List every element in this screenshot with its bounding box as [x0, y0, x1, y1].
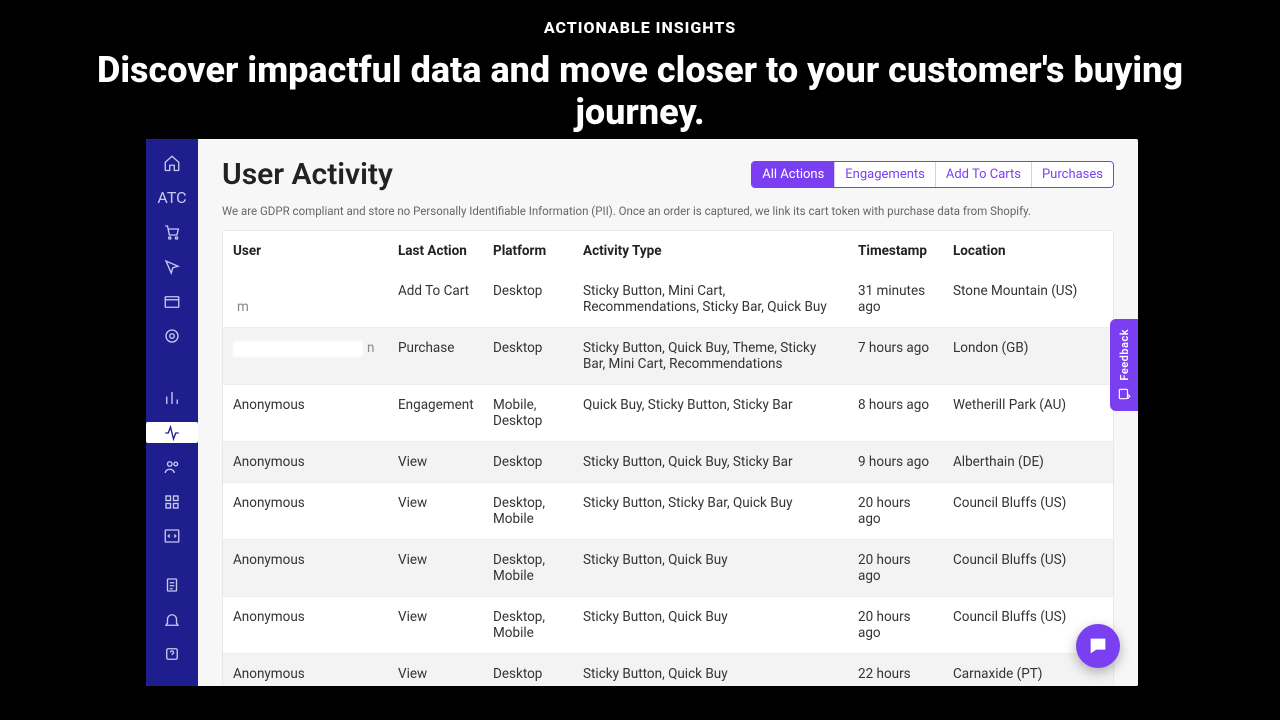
table-row[interactable]: AnonymousViewDesktop, MobileSticky Butto… [223, 482, 1113, 539]
col-user: User [223, 231, 388, 271]
cell-activity: Sticky Button, Quick Buy [573, 540, 848, 596]
cell-platform: Desktop [483, 328, 573, 384]
tab-purchases[interactable]: Purchases [1031, 162, 1113, 187]
col-activity-type: Activity Type [573, 231, 848, 271]
cell-user: Anonymous [223, 442, 388, 482]
cell-location: Alberthain (DE) [943, 442, 1113, 482]
cell-location: Council Bluffs (US) [943, 540, 1113, 596]
headline: Discover impactful data and move closer … [0, 37, 1280, 133]
cell-user: n [223, 328, 388, 384]
activity-table: User Last Action Platform Activity Type … [222, 230, 1114, 686]
cell-location: London (GB) [943, 328, 1113, 384]
cell-last-action: View [388, 483, 483, 539]
cell-timestamp: 20 hours ago [848, 597, 943, 653]
cell-activity: Sticky Button, Quick Buy, Theme, Sticky … [573, 328, 848, 384]
gdpr-subtext: We are GDPR compliant and store no Perso… [222, 204, 1114, 218]
cell-timestamp: 20 hours ago [848, 483, 943, 539]
home-icon[interactable] [146, 153, 198, 174]
cart-icon[interactable] [146, 222, 198, 243]
cell-user: m [223, 271, 388, 327]
cell-activity: Quick Buy, Sticky Button, Sticky Bar [573, 385, 848, 441]
app-screenshot: ATC User Activity All Actions Engagement… [146, 139, 1138, 686]
eyebrow: ACTIONABLE INSIGHTS [0, 0, 1280, 37]
activity-icon[interactable] [146, 422, 198, 443]
chat-button[interactable] [1076, 624, 1120, 668]
grid-icon[interactable] [146, 492, 198, 513]
chat-icon [1087, 635, 1109, 657]
cell-last-action: Purchase [388, 328, 483, 384]
atc-badge-icon[interactable]: ATC [146, 188, 198, 209]
col-location: Location [943, 231, 1113, 271]
cell-timestamp: 9 hours ago [848, 442, 943, 482]
cursor-icon[interactable] [146, 257, 198, 278]
cell-last-action: View [388, 654, 483, 686]
table-row[interactable]: AnonymousViewDesktop, MobileSticky Butto… [223, 596, 1113, 653]
table-row[interactable]: AnonymousViewDesktopSticky Button, Quick… [223, 653, 1113, 686]
users-icon[interactable] [146, 457, 198, 478]
cell-platform: Desktop, Mobile [483, 483, 573, 539]
cell-location: Stone Mountain (US) [943, 271, 1113, 327]
table-row[interactable]: mAdd To CartDesktopSticky Button, Mini C… [223, 271, 1113, 327]
cell-activity: Sticky Button, Sticky Bar, Quick Buy [573, 483, 848, 539]
window-icon[interactable] [146, 291, 198, 312]
tab-add-to-carts[interactable]: Add To Carts [935, 162, 1031, 187]
bell-icon[interactable] [146, 609, 198, 630]
table-row[interactable]: AnonymousViewDesktopSticky Button, Quick… [223, 441, 1113, 482]
help-icon[interactable] [146, 644, 198, 665]
feedback-tab[interactable]: Feedback [1110, 319, 1138, 411]
cell-last-action: View [388, 540, 483, 596]
cell-last-action: Engagement [388, 385, 483, 441]
col-platform: Platform [483, 231, 573, 271]
cell-activity: Sticky Button, Quick Buy, Sticky Bar [573, 442, 848, 482]
cell-activity: Sticky Button, Quick Buy [573, 597, 848, 653]
cell-platform: Desktop [483, 442, 573, 482]
cell-user: Anonymous [223, 540, 388, 596]
target-icon[interactable] [146, 326, 198, 347]
table-row[interactable]: AnonymousEngagementMobile, DesktopQuick … [223, 384, 1113, 441]
cell-location: Wetherill Park (AU) [943, 385, 1113, 441]
cell-platform: Desktop, Mobile [483, 540, 573, 596]
cell-user: Anonymous [223, 483, 388, 539]
cell-timestamp: 20 hours ago [848, 540, 943, 596]
clipboard-icon[interactable] [146, 575, 198, 596]
cell-timestamp: 8 hours ago [848, 385, 943, 441]
cell-last-action: View [388, 597, 483, 653]
tab-all-actions[interactable]: All Actions [752, 162, 834, 187]
cell-user: Anonymous [223, 597, 388, 653]
feedback-label: Feedback [1118, 329, 1131, 381]
cell-platform: Desktop, Mobile [483, 597, 573, 653]
table-row[interactable]: AnonymousViewDesktop, MobileSticky Butto… [223, 539, 1113, 596]
code-icon[interactable] [146, 526, 198, 547]
filter-tabs: All Actions Engagements Add To Carts Pur… [751, 161, 1114, 188]
col-last-action: Last Action [388, 231, 483, 271]
sidebar: ATC [146, 139, 198, 686]
cell-platform: Desktop [483, 271, 573, 327]
page-title: User Activity [222, 157, 393, 192]
tab-engagements[interactable]: Engagements [834, 162, 935, 187]
col-timestamp: Timestamp [848, 231, 943, 271]
cell-platform: Mobile, Desktop [483, 385, 573, 441]
cell-timestamp: 7 hours ago [848, 328, 943, 384]
bar-chart-icon[interactable] [146, 388, 198, 409]
table-row[interactable]: nPurchaseDesktopSticky Button, Quick Buy… [223, 327, 1113, 384]
content-area: User Activity All Actions Engagements Ad… [198, 139, 1138, 686]
cell-activity: Sticky Button, Mini Cart, Recommendation… [573, 271, 848, 327]
cell-last-action: Add To Cart [388, 271, 483, 327]
cell-user: Anonymous [223, 654, 388, 686]
cell-timestamp: 22 hours ago [848, 654, 943, 686]
cell-location: Council Bluffs (US) [943, 483, 1113, 539]
cell-last-action: View [388, 442, 483, 482]
feedback-icon [1117, 387, 1131, 401]
table-header: User Last Action Platform Activity Type … [223, 231, 1113, 271]
cell-activity: Sticky Button, Quick Buy [573, 654, 848, 686]
cell-user: Anonymous [223, 385, 388, 441]
cell-timestamp: 31 minutes ago [848, 271, 943, 327]
cell-platform: Desktop [483, 654, 573, 686]
